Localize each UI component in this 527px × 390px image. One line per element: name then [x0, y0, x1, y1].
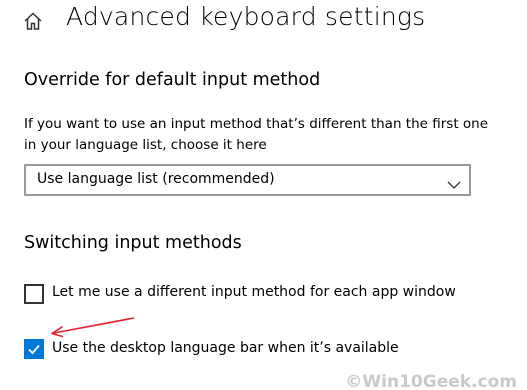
dropdown-selected-value: Use language list (recommended) [37, 171, 275, 187]
desktop-language-bar-label[interactable]: Use the desktop language bar when it’s a… [52, 340, 399, 356]
per-app-input-method-checkbox[interactable] [24, 284, 44, 304]
watermark: ©Win10Geek.com [345, 372, 517, 390]
page-title: Advanced keyboard settings [66, 2, 426, 31]
input-method-dropdown[interactable]: Use language list (recommended) [24, 164, 471, 196]
override-section-title: Override for default input method [24, 70, 321, 90]
checkmark-icon [28, 344, 40, 355]
annotation-arrow-icon [48, 316, 138, 338]
home-icon[interactable] [22, 10, 44, 32]
per-app-input-method-label[interactable]: Let me use a different input method for … [52, 284, 456, 300]
switching-section-title: Switching input methods [24, 233, 242, 253]
chevron-down-icon [447, 175, 461, 189]
override-description: If you want to use an input method that’… [24, 116, 489, 153]
desktop-language-bar-checkbox[interactable] [24, 339, 44, 359]
